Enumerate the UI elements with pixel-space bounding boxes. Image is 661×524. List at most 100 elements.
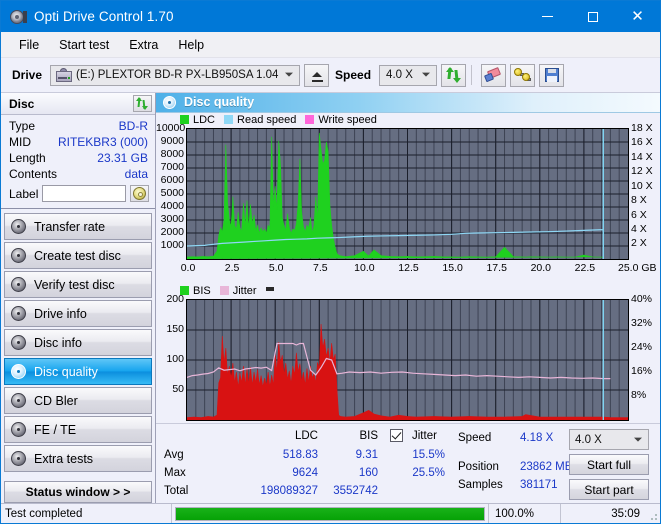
x-axis-tick-label: 10.0 [354, 261, 375, 274]
jitter-checkbox[interactable] [390, 429, 403, 443]
right-axis-tick-label: 16 X [631, 136, 653, 149]
sidebar-item-drive-info[interactable]: Drive info [4, 300, 152, 327]
minimize-icon [542, 16, 553, 17]
stats-avg-ldc: 518.83 [282, 449, 318, 462]
disc-row-type: Type BD-R [9, 118, 148, 134]
disc-icon [11, 364, 26, 379]
sidebar-item-transfer-rate[interactable]: Transfer rate [4, 213, 152, 240]
disc-row-label: Contents [9, 167, 58, 181]
stats-row-avg: Avg [164, 449, 184, 462]
sidebar-item-label: CD Bler [34, 393, 78, 408]
right-axis-tick-label: 8% [631, 388, 647, 401]
sidebar-item-verify-test-disc[interactable]: Verify test disc [4, 271, 152, 298]
content-area: Disc quality LDC Read speed Write speed 10… [156, 93, 660, 506]
stats-samples-value: 381171 [520, 479, 558, 492]
app-disc-icon [10, 9, 27, 25]
sidebar-item-disc-info[interactable]: Disc info [4, 329, 152, 356]
right-axis-tick-label: 16% [631, 364, 653, 377]
sidebar-item-cd-bler[interactable]: CD Bler [4, 387, 152, 414]
y-axis-tick-label: 5000 [160, 186, 184, 199]
page-title: Disc quality [184, 95, 255, 110]
right-axis-tick-label: 32% [631, 316, 653, 329]
resize-grip[interactable] [646, 504, 660, 523]
speed-label: Speed [335, 68, 372, 82]
panel-header: Disc quality [156, 93, 660, 113]
start-part-button[interactable]: Start part [569, 479, 649, 501]
toolbar-divider [471, 65, 473, 85]
stats-max-jitter: 25.5% [412, 467, 445, 480]
eraser-icon [484, 66, 502, 82]
sidebar-item-fe-te[interactable]: FE / TE [4, 416, 152, 443]
sidebar-item-extra-tests[interactable]: Extra tests [4, 445, 152, 472]
right-axis-tick-label: 8 X [631, 194, 647, 207]
maximize-button[interactable] [570, 1, 615, 32]
sidebar-item-create-test-disc[interactable]: Create test disc [4, 242, 152, 269]
menu-help[interactable]: Help [169, 35, 213, 55]
drive-label: Drive [12, 68, 43, 82]
erase-button[interactable] [481, 63, 507, 87]
y-axis-tick-label: 1000 [160, 238, 184, 251]
minimize-button[interactable] [525, 1, 570, 32]
test-speed-select-value: 4.0 X [575, 433, 602, 446]
start-full-button[interactable]: Start full [569, 454, 649, 476]
disc-row-value: 23.31 GB [97, 151, 148, 165]
tools-button[interactable] [510, 63, 536, 87]
x-axis-tick-label: 15.0 [442, 261, 463, 274]
disc-row-value: data [124, 167, 148, 181]
bis-chart-plot[interactable] [186, 298, 629, 421]
sidebar-item-label: Disc quality [34, 364, 98, 379]
y-axis-tick-label: 100 [166, 352, 184, 365]
test-speed-select[interactable]: 4.0 X [569, 429, 649, 451]
stats-row-total: Total [164, 485, 189, 498]
drive-select[interactable]: (E:) PLEXTOR BD-R PX-LB950SA 1.04 [50, 64, 301, 86]
y-axis-tick-label: 200 [166, 292, 184, 305]
disc-label-row: Label [1, 182, 155, 204]
legend-label: Jitter [232, 284, 257, 297]
disc-label-caption: Label [9, 186, 39, 201]
menu-file[interactable]: File [10, 35, 48, 55]
disc-row-label: Length [9, 151, 46, 165]
speed-select-value: 4.0 X [386, 69, 413, 81]
disc-label-button[interactable] [130, 185, 149, 202]
speed-select[interactable]: 4.0 X [379, 64, 438, 86]
disc-icon [11, 422, 26, 437]
eject-button[interactable] [304, 63, 330, 87]
window-controls: ✕ [525, 1, 660, 32]
chevron-down-icon [634, 437, 642, 442]
sidebar-item-disc-quality[interactable]: Disc quality [4, 358, 152, 385]
disc-label-input[interactable] [42, 185, 126, 202]
status-window-button[interactable]: Status window > > [4, 481, 152, 503]
disc-icon [11, 335, 26, 350]
nav-list: Transfer rate Create test disc Verify te… [1, 209, 155, 474]
stats-avg-jitter: 15.5% [412, 449, 445, 462]
close-button[interactable]: ✕ [615, 1, 660, 32]
menu-extra[interactable]: Extra [120, 35, 167, 55]
stats-position-value: 23862 MB [520, 461, 573, 474]
y-axis-tick-label: 50 [172, 382, 184, 395]
x-axis-tick-label: 17.5 [486, 261, 507, 274]
right-axis-tick-label: 18 X [631, 121, 653, 134]
sidebar-item-label: Create test disc [34, 248, 121, 263]
disc-info-panel: Disc Type BD-R MID RITEKBR3 (000) Length… [1, 93, 155, 209]
disc-quality-icon [163, 95, 176, 109]
disc-row-contents: Contents data [9, 166, 148, 182]
save-button[interactable] [539, 63, 565, 87]
legend-label: Write speed [318, 113, 377, 126]
disc-icon [11, 451, 26, 466]
y-axis-tick-label: 7000 [160, 160, 184, 173]
sidebar-item-label: Drive info [34, 306, 87, 321]
x-axis-tick-label: 22.5 [574, 261, 596, 274]
disc-refresh-button[interactable] [133, 95, 152, 112]
sidebar-item-label: FE / TE [34, 422, 77, 437]
disc-icon [11, 277, 26, 292]
title-bar: Opti Drive Control 1.70 ✕ [1, 1, 660, 32]
menu-start-test[interactable]: Start test [50, 35, 118, 55]
y-axis-tick-label: 3000 [160, 212, 184, 225]
right-axis-tick-label: 12 X [631, 165, 653, 178]
disc-row-value: BD-R [118, 119, 148, 133]
y-axis-tick-label: 10000 [156, 121, 186, 134]
refresh-button[interactable] [441, 63, 467, 87]
disc-icon [11, 393, 26, 408]
ldc-chart-plot[interactable] [186, 127, 629, 260]
cd-icon [133, 187, 146, 200]
